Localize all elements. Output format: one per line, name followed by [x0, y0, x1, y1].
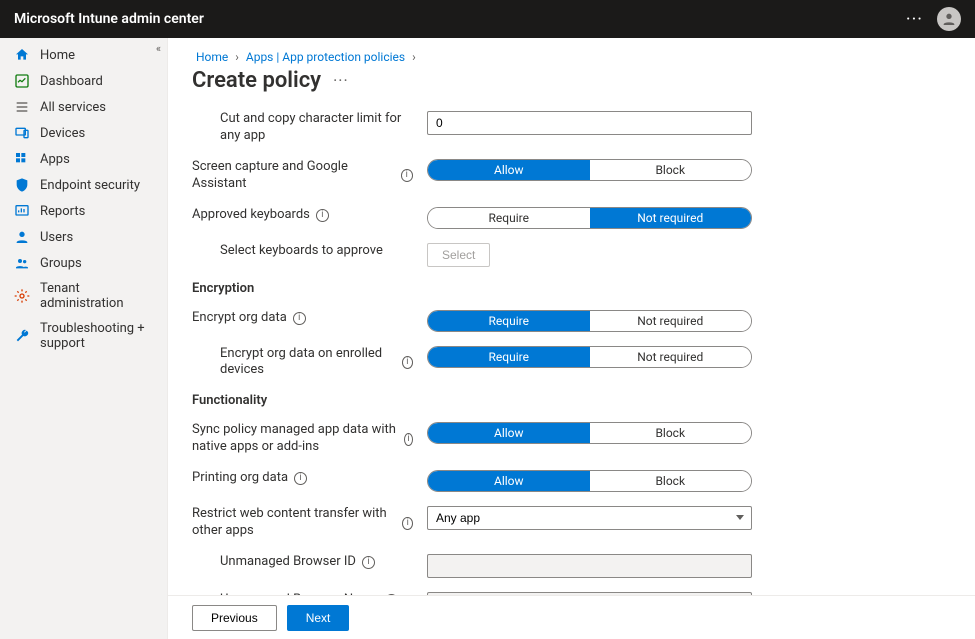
home-icon — [14, 47, 30, 63]
nav-label: Dashboard — [40, 74, 103, 89]
select-keyboards-label: Select keyboards to approve — [220, 243, 383, 260]
nav-dashboard[interactable]: Dashboard — [0, 68, 167, 94]
toggle-not-required[interactable]: Not required — [590, 347, 752, 367]
screen-capture-label: Screen capture and Google Assistant — [192, 159, 395, 193]
info-icon[interactable]: i — [404, 433, 413, 446]
page-more[interactable]: ··· — [333, 71, 349, 90]
content: Home › Apps | App protection policies › … — [168, 38, 975, 639]
toggle-allow[interactable]: Allow — [428, 423, 590, 443]
unmanaged-browser-id-label: Unmanaged Browser ID — [220, 554, 356, 571]
toggle-block[interactable]: Block — [590, 160, 752, 180]
sync-policy-toggle[interactable]: Allow Block — [427, 422, 752, 444]
info-icon[interactable]: i — [294, 472, 307, 485]
nav-label: Devices — [40, 126, 85, 141]
person-icon — [941, 11, 957, 27]
nav-troubleshooting[interactable]: Troubleshooting + support — [0, 316, 167, 356]
screen-capture-toggle[interactable]: Allow Block — [427, 159, 752, 181]
toggle-require[interactable]: Require — [428, 208, 590, 228]
toggle-block[interactable]: Block — [590, 423, 752, 443]
gear-icon — [14, 288, 30, 304]
nav-label: Troubleshooting + support — [40, 321, 155, 351]
info-icon[interactable]: i — [293, 312, 306, 325]
brand-title: Microsoft Intune admin center — [14, 11, 204, 27]
breadcrumb-apps[interactable]: Apps | App protection policies — [246, 50, 405, 64]
section-functionality: Functionality — [192, 393, 942, 408]
unmanaged-browser-id-input — [427, 554, 752, 578]
nav-label: All services — [40, 100, 106, 115]
nav-apps[interactable]: Apps — [0, 146, 167, 172]
toggle-not-required[interactable]: Not required — [590, 208, 752, 228]
apps-icon — [14, 151, 30, 167]
topbar: Microsoft Intune admin center ··· — [0, 0, 975, 38]
devices-icon — [14, 125, 30, 141]
select-keyboards-button: Select — [427, 243, 490, 267]
sidebar: « Home Dashboard All services Devices Ap… — [0, 38, 168, 639]
restrict-web-select[interactable] — [427, 506, 752, 530]
dashboard-icon — [14, 73, 30, 89]
toggle-allow[interactable]: Allow — [428, 160, 590, 180]
wizard-footer: Previous Next — [168, 595, 975, 639]
encrypt-enrolled-label: Encrypt org data on enrolled devices — [220, 346, 396, 380]
reports-icon — [14, 203, 30, 219]
info-icon[interactable]: i — [362, 556, 375, 569]
nav-devices[interactable]: Devices — [0, 120, 167, 146]
encrypt-org-toggle[interactable]: Require Not required — [427, 310, 752, 332]
info-icon[interactable]: i — [401, 169, 413, 182]
printing-toggle[interactable]: Allow Block — [427, 470, 752, 492]
nav-groups[interactable]: Groups — [0, 250, 167, 276]
toggle-require[interactable]: Require — [428, 347, 590, 367]
info-icon[interactable]: i — [316, 209, 329, 222]
topbar-more[interactable]: ··· — [906, 9, 923, 30]
approved-keyboards-label: Approved keyboards — [192, 207, 310, 224]
breadcrumb-home[interactable]: Home — [196, 50, 228, 64]
toggle-require[interactable]: Require — [428, 311, 590, 331]
info-icon[interactable]: i — [402, 517, 413, 530]
nav-users[interactable]: Users — [0, 224, 167, 250]
user-avatar[interactable] — [937, 7, 961, 31]
sync-policy-label: Sync policy managed app data with native… — [192, 422, 398, 456]
wrench-icon — [14, 328, 30, 344]
approved-keyboards-toggle[interactable]: Require Not required — [427, 207, 752, 229]
nav-label: Users — [40, 230, 73, 245]
page-title: Create policy — [192, 68, 321, 93]
nav-endpoint-security[interactable]: Endpoint security — [0, 172, 167, 198]
info-icon[interactable]: i — [402, 356, 413, 369]
shield-icon — [14, 177, 30, 193]
cut-copy-limit-input[interactable] — [427, 111, 752, 135]
previous-button[interactable]: Previous — [192, 605, 277, 631]
nav-label: Endpoint security — [40, 178, 140, 193]
encrypt-org-label: Encrypt org data — [192, 310, 287, 327]
toggle-not-required[interactable]: Not required — [590, 311, 752, 331]
list-icon — [14, 99, 30, 115]
cut-copy-limit-label: Cut and copy character limit for any app — [220, 111, 413, 145]
nav-label: Reports — [40, 204, 85, 219]
section-encryption: Encryption — [192, 281, 942, 296]
chevron-right-icon: › — [412, 50, 416, 64]
sidebar-collapse[interactable]: « — [156, 42, 161, 55]
restrict-web-label: Restrict web content transfer with other… — [192, 506, 396, 540]
nav-all-services[interactable]: All services — [0, 94, 167, 120]
group-icon — [14, 255, 30, 271]
next-button[interactable]: Next — [287, 605, 350, 631]
nav-reports[interactable]: Reports — [0, 198, 167, 224]
nav-label: Tenant administration — [40, 281, 155, 311]
breadcrumb: Home › Apps | App protection policies › — [192, 50, 951, 64]
nav-label: Home — [40, 48, 75, 63]
user-icon — [14, 229, 30, 245]
toggle-block[interactable]: Block — [590, 471, 752, 491]
toggle-allow[interactable]: Allow — [428, 471, 590, 491]
printing-label: Printing org data — [192, 470, 288, 487]
encrypt-enrolled-toggle[interactable]: Require Not required — [427, 346, 752, 368]
nav-home[interactable]: Home — [0, 42, 167, 68]
nav-label: Groups — [40, 256, 82, 271]
nav-label: Apps — [40, 152, 70, 167]
chevron-right-icon: › — [235, 50, 239, 64]
nav-tenant-admin[interactable]: Tenant administration — [0, 276, 167, 316]
